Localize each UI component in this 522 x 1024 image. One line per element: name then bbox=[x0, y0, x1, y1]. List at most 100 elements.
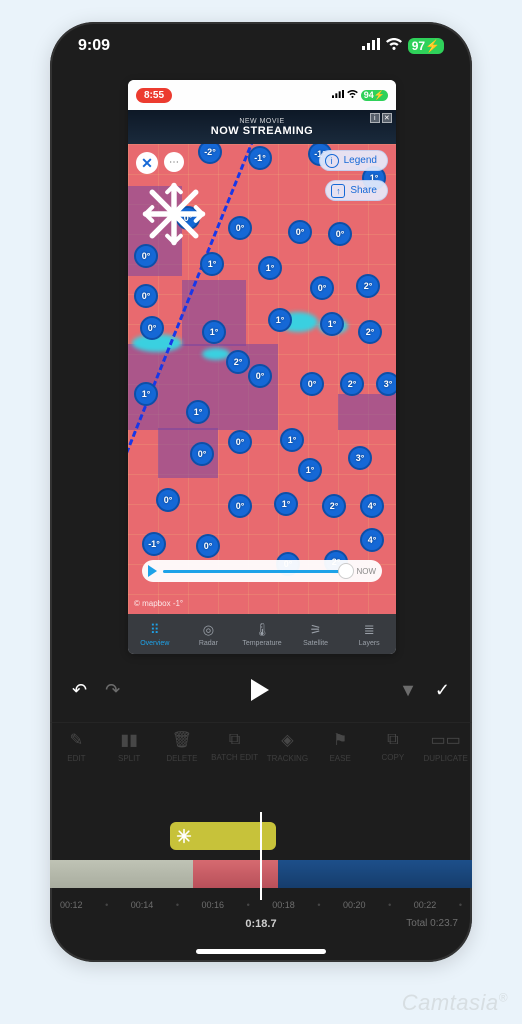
ad-banner: NEW MOVIE NOW STREAMING i✕ bbox=[128, 110, 396, 144]
tool-split[interactable]: ▮▮SPLIT bbox=[103, 723, 156, 770]
snowflake-icon bbox=[176, 828, 192, 844]
nav-item-layers[interactable]: ≣Layers bbox=[342, 614, 396, 654]
tool-ease[interactable]: ⚑EASE bbox=[314, 723, 367, 770]
copy-icon: ⧉ bbox=[387, 731, 398, 749]
satellite-icon: ⚞ bbox=[310, 622, 322, 638]
temp-marker: 2° bbox=[356, 274, 380, 298]
nav-item-temperature[interactable]: 🌡Temperature bbox=[235, 614, 289, 654]
temp-marker: 1° bbox=[202, 320, 226, 344]
timeline-ruler: 00:12• 00:14• 00:16• 00:18• 00:20• 00:22… bbox=[50, 896, 472, 914]
temp-marker: 1° bbox=[274, 492, 298, 516]
temp-marker: 1° bbox=[280, 428, 304, 452]
tool-copy[interactable]: ⧉COPY bbox=[367, 723, 420, 770]
weather-map[interactable]: -2° -1° -1° 0° 0° 0° 0° 0° 1° 0° 1° 1° 0… bbox=[128, 144, 396, 614]
info-icon: i bbox=[325, 154, 339, 168]
confirm-button[interactable]: ✓ bbox=[435, 680, 450, 701]
play-icon[interactable] bbox=[148, 565, 157, 577]
tool-edit[interactable]: ✎EDIT bbox=[50, 723, 103, 770]
tracking-icon: ◈ bbox=[281, 730, 293, 750]
wifi-icon bbox=[386, 37, 402, 55]
signal-icon bbox=[332, 90, 344, 101]
pencil-icon: ✎ bbox=[70, 730, 83, 750]
temp-marker: 0° bbox=[310, 276, 334, 300]
track-segment[interactable] bbox=[50, 860, 193, 888]
temp-marker: 2° bbox=[340, 372, 364, 396]
ad-info-icon: i bbox=[370, 113, 380, 123]
temp-marker: 0° bbox=[134, 244, 158, 268]
nav-item-satellite[interactable]: ⚞Satellite bbox=[289, 614, 343, 654]
temp-marker: -2° bbox=[198, 144, 222, 164]
temp-marker: 4° bbox=[360, 494, 384, 518]
slider-track[interactable] bbox=[163, 570, 346, 573]
signal-icon bbox=[362, 37, 380, 55]
ad-close-icon: ✕ bbox=[382, 113, 392, 123]
temp-marker: 2° bbox=[358, 320, 382, 344]
tool-tracking[interactable]: ◈TRACKING bbox=[261, 723, 314, 770]
track-segment[interactable] bbox=[278, 860, 472, 888]
legend-button[interactable]: i Legend bbox=[319, 150, 388, 171]
tool-delete[interactable]: 🗑DELETE bbox=[156, 723, 209, 770]
temp-marker: 0° bbox=[288, 220, 312, 244]
statusbar-inner: 8:55 94⚡ bbox=[128, 80, 396, 110]
editor-toolbar: ✎EDIT ▮▮SPLIT 🗑DELETE ⧉BATCH EDIT ◈TRACK… bbox=[50, 722, 472, 770]
track-segment[interactable] bbox=[193, 860, 277, 888]
total-duration: Total 0:23.7 bbox=[406, 918, 458, 929]
radar-icon: ◎ bbox=[203, 622, 214, 638]
now-label: NOW bbox=[352, 567, 376, 576]
temp-marker: 1° bbox=[258, 256, 282, 280]
weather-bottom-nav: ⠿Overview ◎Radar 🌡Temperature ⚞Satellite… bbox=[128, 614, 396, 654]
map-more-button[interactable]: ⋯ bbox=[164, 152, 184, 172]
nav-item-overview[interactable]: ⠿Overview bbox=[128, 614, 182, 654]
temp-marker: 1° bbox=[134, 382, 158, 406]
batch-edit-icon: ⧉ bbox=[229, 731, 240, 749]
wifi-icon bbox=[347, 90, 358, 101]
redo-button[interactable]: ↷ bbox=[105, 680, 120, 701]
temp-marker: 1° bbox=[268, 308, 292, 332]
battery-indicator: 94⚡ bbox=[361, 90, 388, 101]
tool-batch-edit[interactable]: ⧉BATCH EDIT bbox=[208, 723, 261, 770]
temp-marker: 0° bbox=[248, 364, 272, 388]
tool-duplicate[interactable]: ▭▭DUPLICATE bbox=[419, 723, 472, 770]
home-indicator[interactable] bbox=[196, 949, 326, 954]
overview-icon: ⠿ bbox=[150, 622, 160, 638]
thermometer-icon: 🌡 bbox=[254, 622, 271, 638]
playhead-time: 0:18.7 bbox=[245, 918, 276, 930]
play-button[interactable] bbox=[251, 679, 269, 701]
temp-marker: 4° bbox=[360, 528, 384, 552]
share-icon: ↑ bbox=[331, 184, 345, 198]
temp-marker: 3° bbox=[348, 446, 372, 470]
statusbar-outer: 9:09 97⚡ bbox=[50, 22, 472, 70]
temp-marker: 1° bbox=[320, 312, 344, 336]
share-button[interactable]: ↑ Share bbox=[325, 180, 388, 201]
temp-marker: 2° bbox=[322, 494, 346, 518]
nav-item-radar[interactable]: ◎Radar bbox=[182, 614, 236, 654]
video-preview[interactable]: 8:55 94⚡ NEW MOVIE NOW STREAMING i✕ -2° bbox=[128, 80, 396, 654]
phone-frame: 9:09 97⚡ 8:55 94⚡ NE bbox=[50, 22, 472, 962]
playhead[interactable] bbox=[260, 812, 262, 900]
duplicate-icon: ▭▭ bbox=[431, 730, 461, 750]
battery-indicator: 97⚡ bbox=[408, 38, 444, 54]
temp-marker: 0° bbox=[300, 372, 324, 396]
statusbar-time: 9:09 bbox=[78, 37, 110, 55]
temp-marker: 0° bbox=[176, 206, 200, 230]
temp-marker: 1° bbox=[186, 400, 210, 424]
temp-marker: 0° bbox=[134, 284, 158, 308]
map-attribution: © mapbox -1° bbox=[134, 599, 183, 608]
camtasia-watermark: Camtasia® bbox=[402, 990, 508, 1016]
temp-marker: -1° bbox=[248, 146, 272, 170]
ease-icon: ⚑ bbox=[333, 730, 347, 750]
split-icon: ▮▮ bbox=[120, 730, 138, 750]
timeline[interactable]: 00:12• 00:14• 00:16• 00:18• 00:20• 00:22… bbox=[50, 778, 472, 938]
map-time-slider[interactable]: NOW bbox=[142, 560, 382, 582]
temp-marker: 0° bbox=[228, 494, 252, 518]
temp-marker: 0° bbox=[196, 534, 220, 558]
map-close-button[interactable]: ✕ bbox=[136, 152, 158, 174]
filter-dropdown-icon[interactable]: ▼ bbox=[399, 680, 417, 701]
trash-icon: 🗑 bbox=[172, 730, 192, 750]
temp-marker: 1° bbox=[298, 458, 322, 482]
temp-marker: 0° bbox=[228, 430, 252, 454]
undo-button[interactable]: ↶ bbox=[72, 680, 87, 701]
temp-marker: 0° bbox=[190, 442, 214, 466]
temp-marker: 0° bbox=[156, 488, 180, 512]
temp-marker: 0° bbox=[228, 216, 252, 240]
